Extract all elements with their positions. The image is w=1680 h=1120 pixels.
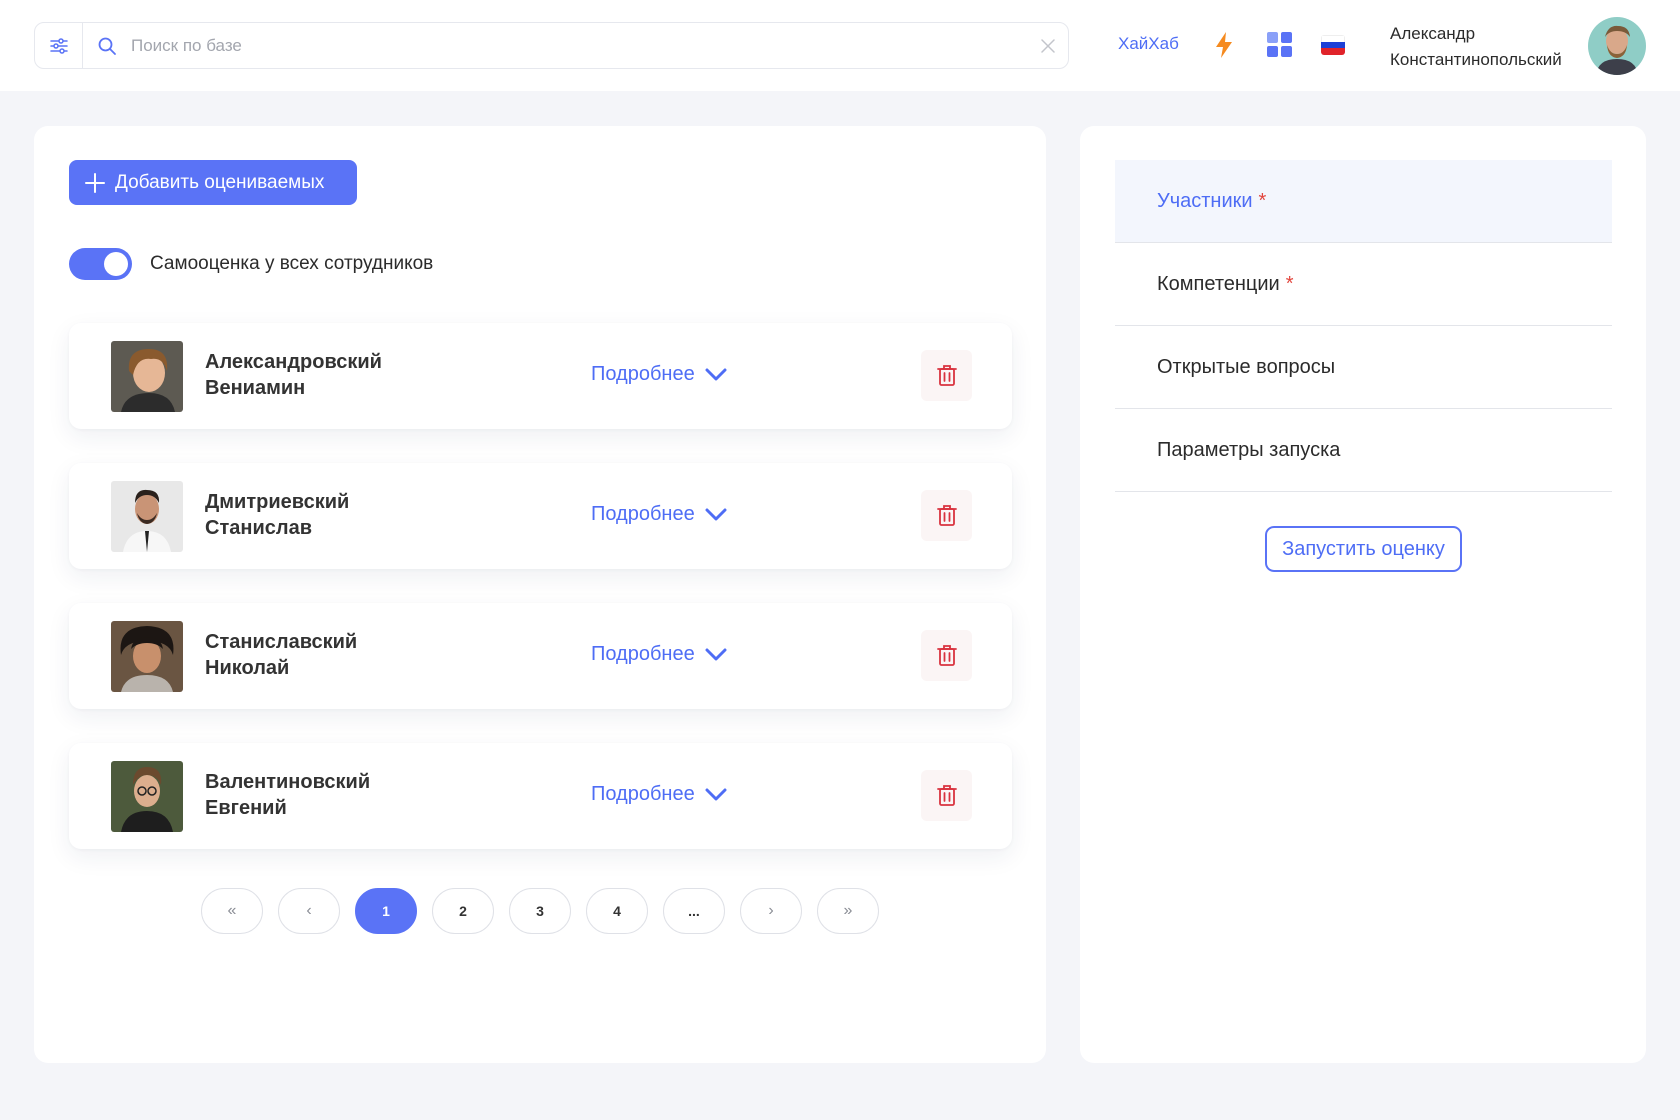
- person-photo: [111, 621, 183, 692]
- hub-link[interactable]: ХайХаб: [1118, 34, 1179, 54]
- page-button-ellipsis[interactable]: ...: [663, 888, 725, 934]
- step-participants[interactable]: Участники *: [1115, 160, 1612, 243]
- self-assessment-label: Самооценка у всех сотрудников: [150, 253, 434, 274]
- person-photo: [111, 761, 183, 832]
- page-button-1[interactable]: 1: [355, 888, 417, 934]
- person-last-name: Александровский: [205, 351, 382, 373]
- evaluatee-card: Александровский Вениамин Подробнее: [69, 323, 1012, 429]
- self-assessment-toggle[interactable]: [69, 248, 132, 280]
- plus-icon: [85, 172, 105, 193]
- self-assessment-row: Самооценка у всех сотрудников: [69, 248, 433, 280]
- lightning-icon[interactable]: [1214, 31, 1234, 64]
- sliders-icon: [49, 37, 68, 54]
- close-icon: [1041, 38, 1055, 53]
- evaluatees-panel: Добавить оцениваемых Самооценка у всех с…: [34, 126, 1046, 1063]
- toggle-knob: [104, 252, 128, 276]
- person-first-name: Евгений: [205, 797, 287, 819]
- person-last-name: Станиславский: [205, 631, 358, 653]
- pagination: « ‹ 1 2 3 4 ... › »: [201, 888, 879, 934]
- apps-grid-icon[interactable]: [1267, 32, 1292, 62]
- required-mark: *: [1258, 189, 1267, 212]
- step-open-questions[interactable]: Открытые вопросы: [1115, 326, 1612, 409]
- evaluatee-list: Александровский Вениамин Подробнее Дмитр…: [69, 323, 1012, 883]
- chevron-down-icon: [705, 508, 727, 520]
- search-bar: [34, 22, 1069, 69]
- step-label: Компетенции: [1157, 272, 1280, 295]
- details-toggle[interactable]: Подробнее: [591, 503, 727, 526]
- russian-flag-icon[interactable]: [1321, 35, 1345, 55]
- chevron-down-icon: [705, 648, 727, 660]
- delete-button[interactable]: [921, 490, 972, 541]
- details-label: Подробнее: [591, 783, 695, 805]
- person-first-name: Николай: [205, 657, 290, 679]
- chevron-down-icon: [705, 368, 727, 380]
- first-page-button[interactable]: «: [201, 888, 263, 934]
- launch-assessment-button[interactable]: Запустить оценку: [1265, 526, 1462, 572]
- details-label: Подробнее: [591, 643, 695, 665]
- user-name: Александр Константинопольский: [1390, 21, 1562, 73]
- trash-icon: [936, 365, 957, 386]
- filter-button[interactable]: [35, 23, 83, 68]
- step-label: Открытые вопросы: [1157, 355, 1336, 378]
- delete-button[interactable]: [921, 630, 972, 681]
- prev-page-button[interactable]: ‹: [278, 888, 340, 934]
- step-competencies[interactable]: Компетенции *: [1115, 243, 1612, 326]
- required-mark: *: [1285, 272, 1294, 295]
- step-label: Участники: [1157, 189, 1253, 212]
- details-label: Подробнее: [591, 363, 695, 385]
- top-header: ХайХаб Александр Константинопольский: [0, 0, 1680, 91]
- page-button-2[interactable]: 2: [432, 888, 494, 934]
- evaluatee-card: Станиславский Николай Подробнее: [69, 603, 1012, 709]
- evaluatee-card: Дмитриевский Станислав Подробнее: [69, 463, 1012, 569]
- user-avatar[interactable]: [1588, 17, 1646, 75]
- delete-button[interactable]: [921, 770, 972, 821]
- person-name: Станиславский Николай: [205, 629, 465, 681]
- person-last-name: Дмитриевский: [205, 491, 350, 513]
- details-label: Подробнее: [591, 503, 695, 525]
- person-photo: [111, 341, 183, 412]
- delete-button[interactable]: [921, 350, 972, 401]
- clear-search-button[interactable]: [1028, 23, 1068, 68]
- details-toggle[interactable]: Подробнее: [591, 363, 727, 386]
- steps-panel: Участники * Компетенции * Открытые вопро…: [1080, 126, 1646, 1063]
- step-label: Параметры запуска: [1157, 438, 1341, 461]
- search-icon: [97, 35, 119, 57]
- add-evaluatees-label: Добавить оцениваемых: [115, 171, 325, 193]
- user-first-name: Александр: [1390, 24, 1476, 43]
- last-page-button[interactable]: »: [817, 888, 879, 934]
- step-list: Участники * Компетенции * Открытые вопро…: [1115, 160, 1612, 492]
- user-last-name: Константинопольский: [1390, 50, 1562, 69]
- person-photo: [111, 481, 183, 552]
- person-first-name: Вениамин: [205, 377, 306, 399]
- trash-icon: [936, 645, 957, 666]
- page-button-4[interactable]: 4: [586, 888, 648, 934]
- person-name: Дмитриевский Станислав: [205, 489, 465, 541]
- page-button-3[interactable]: 3: [509, 888, 571, 934]
- chevron-down-icon: [705, 788, 727, 800]
- person-name: Валентиновский Евгений: [205, 769, 465, 821]
- search-input[interactable]: [119, 35, 1028, 56]
- person-first-name: Станислав: [205, 517, 312, 539]
- add-evaluatees-button[interactable]: Добавить оцениваемых: [69, 160, 357, 205]
- trash-icon: [936, 785, 957, 806]
- trash-icon: [936, 505, 957, 526]
- next-page-button[interactable]: ›: [740, 888, 802, 934]
- person-last-name: Валентиновский: [205, 771, 371, 793]
- details-toggle[interactable]: Подробнее: [591, 783, 727, 806]
- details-toggle[interactable]: Подробнее: [591, 643, 727, 666]
- step-launch-parameters[interactable]: Параметры запуска: [1115, 409, 1612, 492]
- evaluatee-card: Валентиновский Евгений Подробнее: [69, 743, 1012, 849]
- person-name: Александровский Вениамин: [205, 349, 465, 401]
